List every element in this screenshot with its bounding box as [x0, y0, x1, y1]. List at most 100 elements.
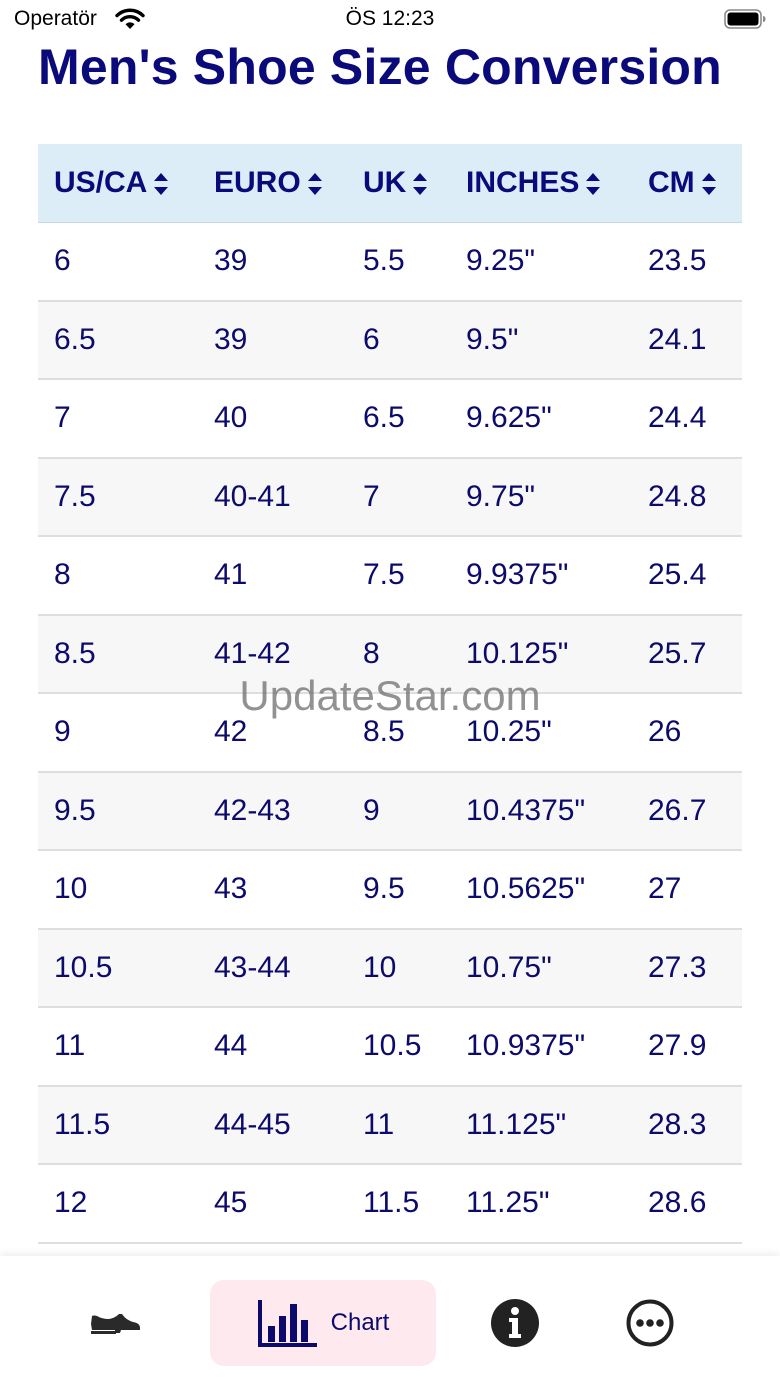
table-row: 6 39 5.5 9.25" 23.5 — [38, 222, 742, 302]
tab-chart[interactable]: Chart — [210, 1280, 436, 1366]
tab-bar: Chart — [0, 1256, 780, 1387]
sort-icon — [586, 172, 601, 195]
tab-more[interactable] — [605, 1280, 695, 1366]
column-header-inches[interactable]: INCHES — [450, 144, 632, 223]
cell-inches: 10.25" — [450, 693, 632, 773]
cell-cm: 25.7 — [632, 614, 742, 694]
cell-us-ca: 10 — [38, 850, 198, 930]
column-header-euro[interactable]: EURO — [198, 144, 347, 223]
cell-cm: 28.3 — [632, 1085, 742, 1165]
cell-inches: 10.125" — [450, 614, 632, 694]
cell-uk: 11.5 — [347, 1164, 450, 1244]
size-conversion-table: US/CA EURO UK INCHES CM 6 39 5.5 9.25" 23.5 6… — [38, 144, 742, 1244]
cell-us-ca: 8.5 — [38, 614, 198, 694]
cell-inches: 11.125" — [450, 1085, 632, 1165]
table-row: 7.5 40-41 7 9.75" 24.8 — [38, 457, 742, 537]
cell-euro: 43-44 — [198, 928, 347, 1008]
cell-inches: 10.5625" — [450, 850, 632, 930]
table-row: 12 45 11.5 11.25" 28.6 — [38, 1164, 742, 1244]
column-header-label: US/CA — [54, 165, 148, 199]
cell-uk: 11 — [347, 1085, 450, 1165]
cell-euro: 41-42 — [198, 614, 347, 694]
cell-cm: 26 — [632, 693, 742, 773]
column-header-label: INCHES — [466, 165, 580, 199]
column-header-uk[interactable]: UK — [347, 144, 450, 223]
cell-uk: 7.5 — [347, 536, 450, 616]
table-header-row: US/CA EURO UK INCHES CM — [38, 144, 742, 223]
table-row: 10.5 43-44 10 10.75" 27.3 — [38, 928, 742, 1008]
table-row: 9 42 8.5 10.25" 26 — [38, 693, 742, 773]
cell-euro: 41 — [198, 536, 347, 616]
cell-us-ca: 11 — [38, 1007, 198, 1087]
cell-cm: 28.6 — [632, 1164, 742, 1244]
table-row: 8.5 41-42 8 10.125" 25.7 — [38, 614, 742, 694]
cell-euro: 43 — [198, 850, 347, 930]
sort-icon — [307, 172, 322, 195]
table-row: 7 40 6.5 9.625" 24.4 — [38, 379, 742, 459]
cell-uk: 9.5 — [347, 850, 450, 930]
cell-inches: 9.625" — [450, 379, 632, 459]
cell-cm: 23.5 — [632, 222, 742, 302]
column-header-label: UK — [363, 165, 407, 199]
cell-uk: 8.5 — [347, 693, 450, 773]
tab-info[interactable] — [470, 1280, 560, 1366]
cell-uk: 6 — [347, 300, 450, 380]
tab-shoe-size[interactable] — [70, 1280, 160, 1366]
cell-euro: 42 — [198, 693, 347, 773]
cell-us-ca: 12 — [38, 1164, 198, 1244]
cell-uk: 10.5 — [347, 1007, 450, 1087]
sort-icon — [413, 172, 428, 195]
sort-icon — [701, 172, 716, 195]
table-row: 6.5 39 6 9.5" 24.1 — [38, 300, 742, 380]
cell-us-ca: 9.5 — [38, 771, 198, 851]
cell-euro: 40-41 — [198, 457, 347, 537]
cell-us-ca: 7 — [38, 379, 198, 459]
status-bar: Operatör ÖS 12:23 — [0, 0, 780, 40]
column-header-label: CM — [648, 165, 695, 199]
cell-us-ca: 9 — [38, 693, 198, 773]
cell-us-ca: 7.5 — [38, 457, 198, 537]
cell-euro: 39 — [198, 222, 347, 302]
cell-euro: 45 — [198, 1164, 347, 1244]
column-header-us-ca[interactable]: US/CA — [38, 144, 198, 223]
cell-inches: 9.25" — [450, 222, 632, 302]
cell-euro: 44-45 — [198, 1085, 347, 1165]
cell-cm: 25.4 — [632, 536, 742, 616]
cell-uk: 10 — [347, 928, 450, 1008]
cell-us-ca: 11.5 — [38, 1085, 198, 1165]
cell-inches: 10.4375" — [450, 771, 632, 851]
cell-cm: 27 — [632, 850, 742, 930]
table-row: 11 44 10.5 10.9375" 27.9 — [38, 1007, 742, 1087]
cell-uk: 8 — [347, 614, 450, 694]
cell-uk: 5.5 — [347, 222, 450, 302]
cell-cm: 24.4 — [632, 379, 742, 459]
cell-cm: 24.8 — [632, 457, 742, 537]
cell-cm: 26.7 — [632, 771, 742, 851]
cell-euro: 40 — [198, 379, 347, 459]
shoe-icon — [91, 1314, 140, 1334]
info-icon — [491, 1299, 539, 1347]
battery-icon — [724, 9, 766, 29]
cell-euro: 39 — [198, 300, 347, 380]
cell-us-ca: 8 — [38, 536, 198, 616]
more-icon — [626, 1299, 674, 1347]
table-row: 9.5 42-43 9 10.4375" 26.7 — [38, 771, 742, 851]
sort-icon — [154, 172, 169, 195]
cell-euro: 42-43 — [198, 771, 347, 851]
cell-cm: 27.3 — [632, 928, 742, 1008]
cell-uk: 9 — [347, 771, 450, 851]
table-row: 11.5 44-45 11 11.125" 28.3 — [38, 1085, 742, 1165]
column-header-label: EURO — [214, 165, 301, 199]
column-header-cm[interactable]: CM — [632, 144, 742, 223]
status-time: ÖS 12:23 — [345, 7, 435, 30]
cell-inches: 9.9375" — [450, 536, 632, 616]
cell-uk: 7 — [347, 457, 450, 537]
cell-euro: 44 — [198, 1007, 347, 1087]
table-body: 6 39 5.5 9.25" 23.5 6.5 39 6 9.5" 24.1 7 40 6.5 9.625… — [38, 222, 742, 1244]
cell-us-ca: 6.5 — [38, 300, 198, 380]
cell-inches: 10.75" — [450, 928, 632, 1008]
cell-inches: 11.25" — [450, 1164, 632, 1244]
cell-us-ca: 6 — [38, 222, 198, 302]
cell-cm: 27.9 — [632, 1007, 742, 1087]
cell-cm: 24.1 — [632, 300, 742, 380]
